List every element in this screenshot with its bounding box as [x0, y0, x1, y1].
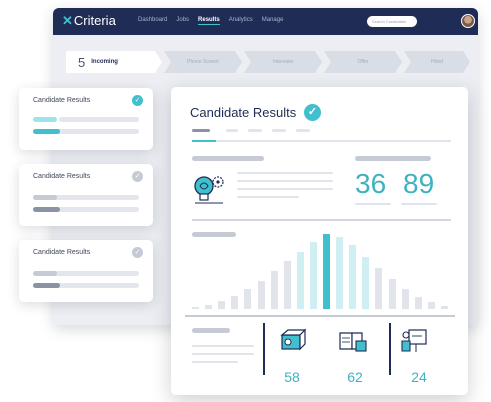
- stat-separator: [263, 323, 265, 375]
- stage-incoming[interactable]: 5 Incoming: [66, 51, 162, 73]
- progress-bar: [33, 117, 57, 122]
- card-title: Candidate Results: [33, 97, 91, 104]
- histogram-bar: [218, 300, 226, 309]
- check-complete-icon: ✓: [304, 104, 321, 121]
- logo-mark-icon: ✕: [62, 13, 73, 28]
- stage-hired[interactable]: Hired: [404, 51, 470, 73]
- section-heading: [355, 156, 431, 161]
- book-icon: [338, 329, 368, 355]
- logo-text: Criteria: [73, 13, 116, 28]
- nav-analytics[interactable]: Analytics: [229, 17, 253, 25]
- nav-dashboard[interactable]: Dashboard: [138, 17, 167, 25]
- histogram-bar: [309, 241, 317, 309]
- text-line: [237, 188, 333, 190]
- histogram-bar: [231, 295, 239, 309]
- histogram-bar: [362, 256, 370, 309]
- nav-jobs[interactable]: Jobs: [176, 17, 189, 25]
- text-line: [237, 180, 333, 182]
- main-nav: Dashboard Jobs Results Analytics Manage: [138, 17, 283, 25]
- divider: [192, 140, 451, 142]
- progress-track: [59, 117, 139, 122]
- hiring-pipeline: 5 Incoming Phone Screen Interview Offer …: [66, 51, 470, 73]
- progress-bar: [33, 207, 60, 212]
- histogram-bar: [270, 271, 278, 309]
- text-line: [192, 353, 254, 355]
- divider: [192, 219, 451, 221]
- nav-results[interactable]: Results: [198, 17, 220, 25]
- histogram-bar: [244, 289, 252, 309]
- progress-bar: [33, 129, 60, 134]
- candidate-card-3[interactable]: Candidate Results ✓: [19, 240, 153, 302]
- candidate-card-2[interactable]: Candidate Results ✓: [19, 164, 153, 226]
- text-line: [237, 172, 333, 174]
- tab-5[interactable]: [296, 129, 310, 132]
- histogram-bar: [375, 268, 383, 309]
- histogram-bar: [283, 261, 291, 309]
- nav-manage[interactable]: Manage: [262, 17, 284, 25]
- candidate-card-1[interactable]: Candidate Results ✓: [19, 88, 153, 150]
- stage-interview[interactable]: Interview: [244, 51, 322, 73]
- avatar[interactable]: [461, 14, 475, 28]
- histogram-bar: [257, 281, 265, 309]
- section-heading: [192, 156, 264, 161]
- tab-1[interactable]: [192, 129, 210, 132]
- histogram-bar-highlight: [323, 233, 330, 309]
- histogram-bar: [440, 305, 448, 309]
- person-board-icon: [400, 327, 430, 355]
- top-nav-bar: ✕ Criteria Dashboard Jobs Results Analyt…: [53, 8, 478, 35]
- score-distribution-chart: [192, 227, 454, 309]
- stat-value: 62: [347, 369, 363, 385]
- stat-separator: [389, 323, 391, 375]
- score-value: 36: [355, 168, 387, 199]
- stage-label: Incoming: [91, 59, 118, 65]
- stage-offer[interactable]: Offer: [324, 51, 402, 73]
- text-line: [192, 345, 254, 347]
- histogram-bar: [205, 304, 213, 309]
- histogram-bar: [414, 296, 422, 309]
- card-title: Candidate Results: [190, 105, 297, 120]
- stat-value: 58: [284, 369, 300, 385]
- machine-icon: [278, 327, 307, 353]
- histogram-bar: [388, 279, 396, 309]
- tab-2[interactable]: [226, 129, 238, 132]
- score-caption: [401, 203, 437, 205]
- card-title: Candidate Results: [33, 249, 91, 256]
- text-line: [237, 196, 299, 198]
- stat-value: 24: [411, 369, 427, 385]
- histogram-bar: [349, 245, 357, 309]
- card-title: Candidate Results: [33, 173, 91, 180]
- brain-gear-icon: [191, 173, 227, 205]
- histogram-bar: [296, 251, 304, 309]
- check-pending-icon: ✓: [132, 247, 143, 258]
- text-line: [192, 361, 238, 363]
- progress-bar: [33, 283, 60, 288]
- stage-count: 5: [78, 54, 86, 70]
- histogram-bar: [192, 307, 199, 309]
- histogram-bar: [401, 289, 409, 309]
- search-input[interactable]: Search Candidates: [367, 16, 417, 27]
- progress-bar: [33, 195, 57, 200]
- check-complete-icon: ✓: [132, 95, 143, 106]
- progress-bar: [33, 271, 57, 276]
- stage-phone-screen[interactable]: Phone Screen: [164, 51, 242, 73]
- tab-3[interactable]: [248, 129, 262, 132]
- criteria-logo[interactable]: ✕ Criteria: [62, 14, 116, 28]
- active-tab-indicator: [192, 140, 216, 142]
- histogram-bar: [336, 236, 344, 309]
- candidate-results-card: Candidate Results ✓ 36 89 58 62 24: [171, 87, 468, 395]
- section-heading: [192, 328, 230, 333]
- chart-baseline: [185, 315, 455, 317]
- check-pending-icon: ✓: [132, 171, 143, 182]
- score-caption: [355, 203, 391, 205]
- tab-4[interactable]: [272, 129, 286, 132]
- histogram-bar: [427, 302, 435, 309]
- score-value: 89: [403, 168, 435, 199]
